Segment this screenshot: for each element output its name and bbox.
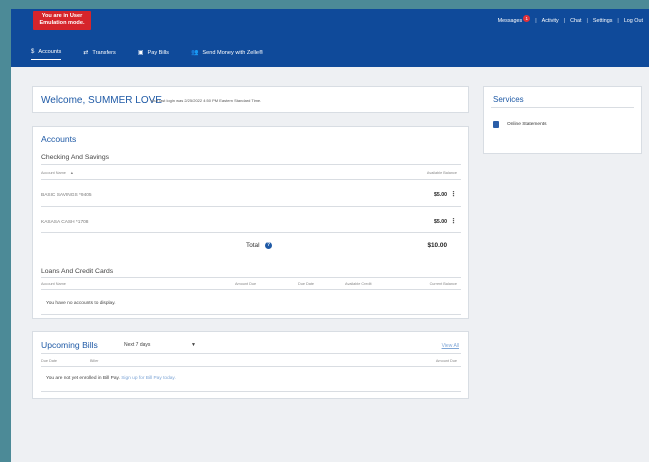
upcoming-bills-card: Upcoming Bills Next 7 days ▼ View All Du…	[32, 331, 469, 399]
total-label: Total	[246, 242, 260, 249]
tab-label: Pay Bills	[147, 49, 169, 56]
divider	[491, 107, 634, 108]
activity-link[interactable]: Activity	[542, 18, 559, 24]
col-available-balance: Available Balance	[426, 171, 457, 175]
service-item-online-statements[interactable]: Online Statements	[493, 121, 546, 128]
nav-separator: |	[586, 17, 588, 24]
last-login-text: Your last login was 2/25/2022 4:50 PM Ea…	[150, 98, 262, 103]
app-frame: You are in User Emulation mode. Messages…	[11, 9, 649, 462]
divider	[41, 289, 461, 290]
checking-savings-title: Checking And Savings	[41, 154, 110, 161]
col-account-name[interactable]: Account Name ▲	[41, 171, 74, 175]
welcome-title: Welcome, SUMMER LOVE	[41, 95, 162, 106]
main-nav: $ Accounts ⇄ Transfers ▣ Pay Bills 👥 Sen…	[31, 49, 285, 60]
col-due-date: Due Date	[41, 359, 58, 363]
available-balance: $5.00	[434, 219, 447, 225]
service-label: Online Statements	[507, 122, 547, 127]
emulation-banner: You are in User Emulation mode.	[33, 11, 91, 30]
tab-zelle[interactable]: 👥 Send Money with Zelle®	[191, 49, 263, 60]
nav-separator: |	[535, 17, 537, 24]
col-amount-due: Amount Due	[235, 282, 257, 286]
transfer-icon: ⇄	[83, 50, 89, 56]
view-all-link[interactable]: View All	[442, 343, 459, 349]
tab-label: Accounts	[38, 49, 62, 55]
divider	[41, 314, 461, 315]
period-select[interactable]: Next 7 days ▼	[120, 340, 204, 350]
col-due-date: Due Date	[298, 282, 315, 286]
top-header: You are in User Emulation mode. Messages…	[11, 9, 649, 67]
chat-link[interactable]: Chat	[570, 18, 581, 24]
help-icon[interactable]: ?	[265, 242, 272, 249]
accounts-card: Accounts Checking And Savings Account Na…	[32, 126, 469, 319]
dollar-icon: $	[31, 49, 35, 55]
total-value: $10.00	[427, 242, 447, 249]
tab-accounts[interactable]: $ Accounts	[31, 49, 62, 60]
services-title: Services	[493, 95, 524, 104]
tab-transfers[interactable]: ⇄ Transfers	[83, 49, 115, 60]
bill-icon: ▣	[137, 50, 144, 56]
services-card: Services Online Statements	[483, 86, 642, 154]
more-options-icon[interactable]: ⋮	[450, 217, 457, 225]
divider	[41, 232, 461, 233]
nav-separator: |	[563, 17, 566, 24]
no-accounts-message: You have no accounts to display.	[46, 301, 116, 306]
accounts-title: Accounts	[41, 134, 77, 144]
messages-count-badge: 1	[523, 15, 531, 22]
caret-down-icon: ▼	[191, 342, 196, 348]
tab-label: Send Money with Zelle®	[202, 49, 264, 56]
divider	[41, 277, 461, 278]
divider	[41, 164, 461, 165]
col-available-credit: Available Credit	[345, 282, 372, 286]
divider	[41, 353, 461, 354]
document-icon	[493, 121, 499, 128]
divider	[41, 391, 461, 392]
sort-ascending-icon: ▲	[69, 171, 74, 175]
col-biller: Biller	[90, 359, 99, 363]
settings-link[interactable]: Settings	[593, 18, 612, 24]
utility-nav: Messages 1 | Activity | Chat | Settings |…	[498, 15, 643, 24]
signup-link[interactable]: Sign up for Bill Pay today.	[121, 376, 176, 381]
col-account-name: Account Name	[41, 282, 66, 286]
bill-pay-message: You are not yet enrolled in Bill Pay. Si…	[46, 376, 176, 381]
loans-credit-title: Loans And Credit Cards	[41, 268, 114, 275]
available-balance: $5.00	[434, 192, 447, 198]
nav-separator: |	[617, 17, 619, 24]
account-name-link[interactable]: KASASA CASH *1708	[41, 220, 88, 225]
col-amount-due: Amount Due	[435, 359, 457, 363]
divider	[41, 366, 461, 367]
divider	[41, 179, 461, 180]
people-icon: 👥	[190, 50, 199, 56]
tab-label: Transfers	[92, 49, 116, 56]
col-current-balance: Current Balance	[429, 282, 457, 286]
tab-pay-bills[interactable]: ▣ Pay Bills	[138, 49, 169, 60]
upcoming-bills-title: Upcoming Bills	[41, 340, 98, 350]
account-name-link[interactable]: BASIC SAVINGS *9405	[41, 193, 92, 198]
more-options-icon[interactable]: ⋮	[450, 190, 457, 198]
messages-link[interactable]: Messages 1	[498, 15, 531, 24]
divider	[41, 206, 461, 207]
logout-link[interactable]: Log Out	[624, 18, 643, 24]
welcome-card: Welcome, SUMMER LOVE Your last login was…	[32, 86, 469, 113]
